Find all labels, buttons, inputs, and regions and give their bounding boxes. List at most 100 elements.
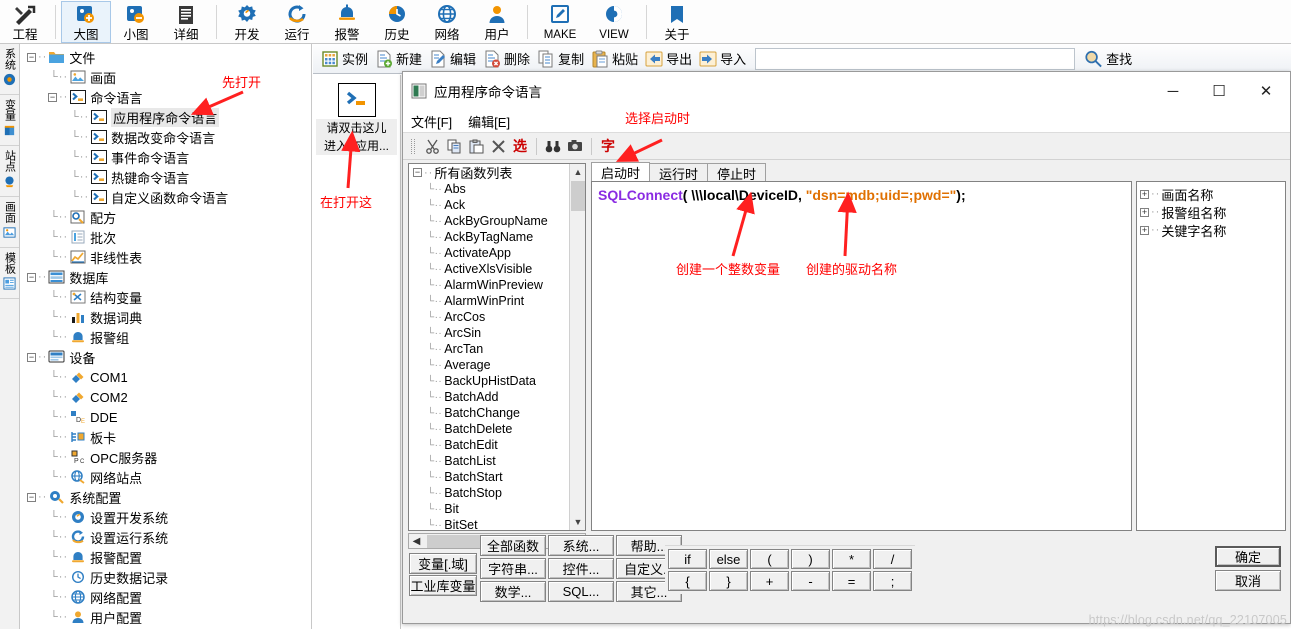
function-item[interactable]: └·· AckByTagName: [409, 229, 585, 245]
sql-functions-button[interactable]: SQL...: [548, 581, 614, 602]
function-item[interactable]: └·· Average: [409, 357, 585, 373]
tree-item-20[interactable]: └·· P C OPC服务器: [21, 447, 311, 467]
expander-plus[interactable]: +: [1140, 225, 1149, 235]
copy-icon[interactable]: [443, 136, 465, 157]
tree-item-19[interactable]: └·· 板卡: [21, 427, 311, 447]
cancel-button[interactable]: 取消: [1215, 570, 1281, 591]
control-functions-button[interactable]: 控件...: [548, 558, 614, 579]
function-item[interactable]: └·· ArcTan: [409, 341, 585, 357]
paste-icon[interactable]: [465, 136, 487, 157]
list-item[interactable]: + ·· 报警组名称: [1140, 203, 1285, 221]
expander-minus[interactable]: −: [27, 272, 36, 282]
tree-item-22[interactable]: − ·· 系统配置: [21, 487, 311, 507]
ribbon-item-wangluo[interactable]: 网络: [422, 1, 472, 43]
scroll-left-icon[interactable]: ◀: [409, 534, 424, 548]
function-item[interactable]: └·· AlarmWinPrint: [409, 293, 585, 309]
expander-minus[interactable]: −: [413, 168, 422, 177]
name-reference-list[interactable]: + ·· 画面名称 + ·· 报警组名称 + ·· 关键字名称: [1136, 181, 1286, 531]
ok-button[interactable]: 确定: [1215, 546, 1281, 567]
function-item[interactable]: └·· BitSet: [409, 517, 585, 530]
tree-item-11[interactable]: − ·· 数据库: [21, 267, 311, 287]
menu-item-edit[interactable]: 编辑[E]: [468, 112, 510, 131]
expander-minus[interactable]: −: [27, 492, 36, 502]
list-item[interactable]: + ·· 画面名称: [1140, 185, 1285, 203]
ribbon-item-baojing[interactable]: 报警: [322, 1, 372, 43]
tree-item-0[interactable]: − ·· 文件: [21, 47, 311, 67]
ribbon-item-guanyu[interactable]: 关于: [652, 1, 702, 43]
select-text-icon[interactable]: 选: [509, 136, 531, 156]
toolbar-search-button[interactable]: 查找: [1081, 46, 1135, 72]
tree-item-27[interactable]: └·· 网络配置: [21, 587, 311, 607]
function-item[interactable]: └·· BackUpHistData: [409, 373, 585, 389]
ribbon-item-xiangxi[interactable]: 详细: [161, 1, 211, 43]
tree-item-1[interactable]: └·· 画面: [21, 67, 311, 87]
tree-item-3[interactable]: └·· 应用程序命令语言: [21, 107, 311, 127]
ribbon-item-yunxing[interactable]: 运行: [272, 1, 322, 43]
function-item[interactable]: └·· Ack: [409, 197, 585, 213]
tree-item-18[interactable]: └·· D E DDE: [21, 407, 311, 427]
toolbar-instance-button[interactable]: 实例: [317, 46, 371, 72]
tree-item-2[interactable]: − ·· 命令语言: [21, 87, 311, 107]
tree-item-24[interactable]: └·· 设置运行系统: [21, 527, 311, 547]
vtab-xitong[interactable]: 系统: [0, 44, 19, 95]
industry-library-variable-button[interactable]: 工业库变量: [409, 575, 477, 596]
operator-else-button[interactable]: else: [709, 549, 748, 569]
scroll-up-icon[interactable]: ▲: [570, 164, 585, 180]
tree-item-9[interactable]: └·· 批次: [21, 227, 311, 247]
toolbar-new-button[interactable]: 新建: [371, 46, 425, 72]
function-item[interactable]: └·· ArcSin: [409, 325, 585, 341]
vtab-moban[interactable]: 模板: [0, 248, 19, 299]
menu-item-file[interactable]: 文件[F]: [411, 112, 452, 131]
function-item[interactable]: └·· ActivateApp: [409, 245, 585, 261]
ribbon-item-datu[interactable]: 大图: [61, 0, 111, 43]
operator-lparen-button[interactable]: (: [750, 549, 789, 569]
function-item[interactable]: └·· BatchEdit: [409, 437, 585, 453]
maximize-button[interactable]: ☐: [1196, 72, 1242, 110]
string-functions-button[interactable]: 字符串...: [480, 558, 546, 579]
ribbon-item-lishi[interactable]: 历史: [372, 1, 422, 43]
function-item[interactable]: └·· BatchList: [409, 453, 585, 469]
tree-item-15[interactable]: − ·· 设备: [21, 347, 311, 367]
function-item[interactable]: └·· BatchStart: [409, 469, 585, 485]
close-button[interactable]: ✕: [1242, 72, 1290, 110]
function-item[interactable]: └·· AckByGroupName: [409, 213, 585, 229]
tree-item-10[interactable]: └·· 非线性表: [21, 247, 311, 267]
toolbar-delete-button[interactable]: 删除: [479, 46, 533, 72]
function-item[interactable]: └·· ActiveXlsVisible: [409, 261, 585, 277]
font-text-icon[interactable]: 字: [597, 136, 619, 156]
ribbon-item-make[interactable]: MAKE: [533, 1, 587, 43]
expander-plus[interactable]: +: [1140, 207, 1149, 217]
function-list-vscrollbar[interactable]: ▲ ▼: [569, 164, 585, 530]
ribbon-item-xiaotu[interactable]: 小图: [111, 1, 161, 43]
camera-icon[interactable]: [564, 136, 586, 157]
tree-item-12[interactable]: └·· 结构变量: [21, 287, 311, 307]
operator-plus-button[interactable]: +: [750, 571, 789, 591]
project-tree-panel[interactable]: − ·· 文件 └·· 画面 − ·· 命令语言 └·· 应用程序命令语言 └·· 数据改变命令语言 └…: [21, 44, 312, 629]
tree-item-14[interactable]: └·· 报警组: [21, 327, 311, 347]
tree-item-8[interactable]: └·· 配方: [21, 207, 311, 227]
toolbar-import-button[interactable]: 导入: [695, 46, 749, 72]
all-functions-button[interactable]: 全部函数: [480, 535, 546, 556]
tree-item-26[interactable]: └·· 历史数据记录: [21, 567, 311, 587]
toolbar-export-button[interactable]: 导出: [641, 46, 695, 72]
function-item[interactable]: └·· ArcCos: [409, 309, 585, 325]
tree-item-7[interactable]: └·· 自定义函数命令语言: [21, 187, 311, 207]
code-editor[interactable]: SQLConnect( \\\local\DeviceID, "dsn=mdb;…: [591, 181, 1132, 531]
vtab-zhandian[interactable]: 站点: [0, 146, 19, 197]
function-item[interactable]: └·· BatchChange: [409, 405, 585, 421]
function-item[interactable]: └·· Abs: [409, 181, 585, 197]
tree-item-13[interactable]: └·· 数据词典: [21, 307, 311, 327]
tab-yunxingshi[interactable]: 运行时: [649, 163, 709, 182]
ribbon-item-yonghu[interactable]: 用户: [472, 1, 522, 43]
toolbar-copy-button[interactable]: 复制: [533, 46, 587, 72]
tree-item-28[interactable]: └·· 用户配置: [21, 607, 311, 627]
delete-x-icon[interactable]: [487, 136, 509, 157]
tree-item-5[interactable]: └·· 事件命令语言: [21, 147, 311, 167]
tree-item-16[interactable]: └·· COM1: [21, 367, 311, 387]
command-language-icon[interactable]: [337, 83, 376, 117]
expander-minus[interactable]: −: [27, 52, 36, 62]
list-item[interactable]: + ·· 关键字名称: [1140, 221, 1285, 239]
find-binoculars-icon[interactable]: [542, 136, 564, 157]
tree-item-21[interactable]: └·· 网络站点: [21, 467, 311, 487]
tree-item-17[interactable]: └·· COM2: [21, 387, 311, 407]
